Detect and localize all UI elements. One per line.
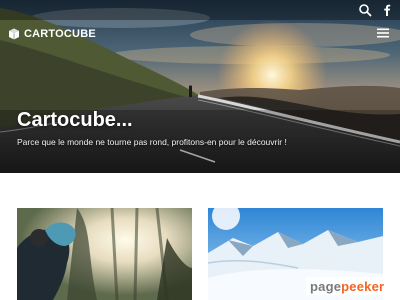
cube-logo-icon [9,28,19,40]
search-icon[interactable] [358,3,372,17]
watermark-prefix: page [310,278,342,294]
hero-subtitle: Parce que le monde ne tourne pas rond, p… [17,137,287,147]
site-logo[interactable]: CARTOCUBE [8,27,96,41]
runner-forest-image [17,208,192,300]
hamburger-menu-icon[interactable] [376,27,390,39]
post-card-runner[interactable] [17,208,192,300]
hero-banner: CARTOCUBE Cartocube... Parce que le mond… [0,0,400,173]
hero-title: Cartocube... [17,109,133,131]
facebook-icon[interactable] [380,3,394,17]
top-bar [0,0,400,20]
watermark-suffix: peeker [341,278,385,294]
brand-name: CARTOCUBE [24,28,96,40]
pagepeeker-watermark: page peeker [306,277,389,295]
hero-background-image [0,8,400,173]
